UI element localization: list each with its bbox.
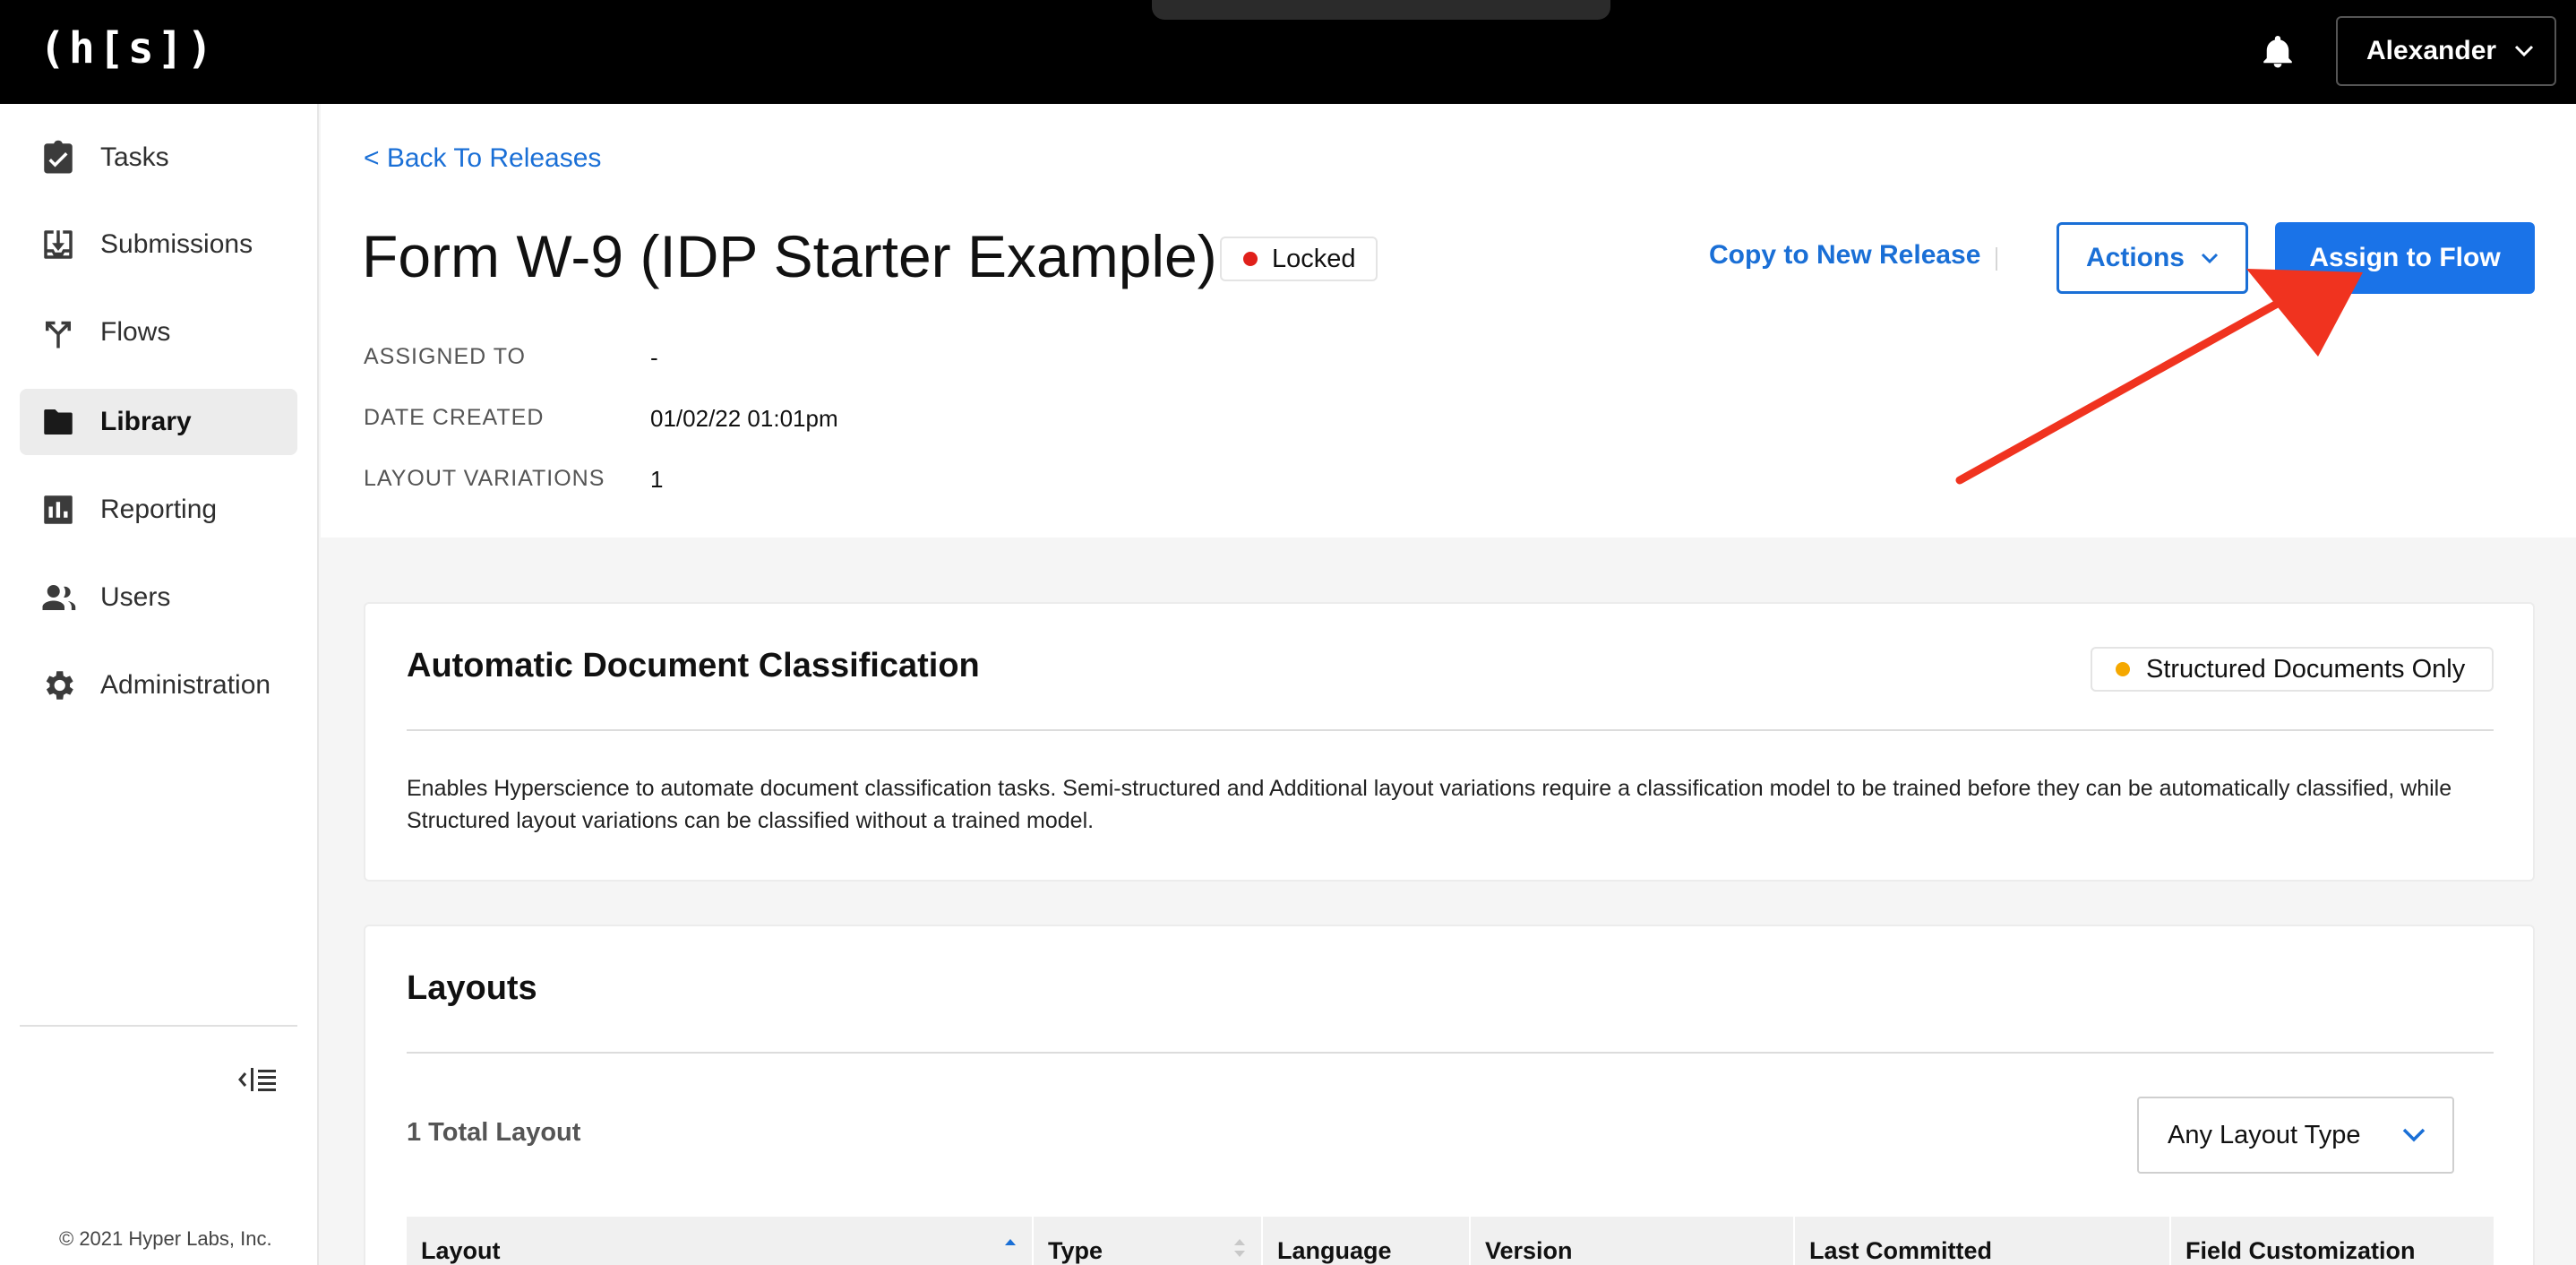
users-icon [42, 585, 76, 610]
sidebar-item-label: Users [100, 582, 171, 612]
top-bar: (h[s]) Alexander [0, 0, 2576, 104]
card-title: Automatic Document Classification [407, 647, 980, 684]
folder-icon [44, 409, 73, 435]
user-name: Alexander [2366, 36, 2497, 65]
status-badge: Locked [1220, 237, 1378, 281]
page-title: Form W-9 (IDP Starter Example) [362, 223, 1217, 289]
window-notch [1152, 0, 1610, 20]
chevron-down-icon [2402, 1128, 2426, 1142]
meta-value-layout-variations: 1 [650, 466, 664, 493]
sidebar-item-label: Reporting [100, 495, 218, 524]
meta-label-layout-variations: LAYOUT VARIATIONS [364, 466, 605, 491]
badge-label: Structured Documents Only [2146, 654, 2466, 684]
sidebar-item-label: Submissions [100, 229, 253, 259]
status-dot-icon [2116, 662, 2130, 676]
fork-arrows-icon [46, 321, 71, 349]
column-header-label: Version [1485, 1236, 1573, 1264]
user-menu-button[interactable]: Alexander [2336, 16, 2556, 86]
bell-icon[interactable] [2259, 32, 2297, 72]
sort-ascending-icon [1005, 1239, 1016, 1245]
sidebar-item-label: Flows [100, 317, 171, 347]
sidebar-item-label: Tasks [100, 142, 169, 172]
download-tray-icon [44, 230, 73, 259]
column-header-field-customization[interactable]: Field Customization [2171, 1217, 2494, 1265]
classification-description: Enables Hyperscience to automate documen… [407, 776, 2452, 833]
layout-type-value: Any Layout Type [2168, 1120, 2361, 1149]
column-header-last-committed[interactable]: Last Committed [1795, 1217, 2171, 1265]
meta-value-date-created: 01/02/22 01:01pm [650, 405, 838, 432]
clipboard-check-icon [44, 140, 73, 174]
meta-label-date-created: DATE CREATED [364, 405, 545, 430]
card-divider [407, 729, 2494, 731]
column-header-label: Type [1048, 1236, 1103, 1264]
layouts-card: Layouts 1 Total Layout Any Layout Type L… [364, 925, 2535, 1265]
card-title: Layouts [407, 969, 537, 1007]
sort-icon [1234, 1239, 1245, 1257]
card-divider [407, 1052, 2494, 1054]
collapse-sidebar-icon[interactable] [238, 1064, 278, 1095]
chevron-down-icon [2515, 45, 2534, 57]
app-logo[interactable]: (h[s]) [39, 23, 216, 73]
status-dot-icon [1243, 252, 1258, 266]
column-header-label: Layout [421, 1236, 501, 1264]
sidebar-item-submissions[interactable]: Submissions [20, 211, 297, 278]
sidebar-divider [20, 1025, 297, 1027]
sidebar-item-label: Administration [100, 670, 271, 700]
column-header-label: Language [1277, 1236, 1392, 1264]
sidebar-item-tasks[interactable]: Tasks [20, 125, 297, 191]
annotation-arrow [1955, 269, 2363, 485]
sidebar-item-label: Library [100, 407, 192, 436]
layouts-table-header: Layout Type Language Version Last Commit… [407, 1217, 2494, 1265]
sidebar-item-reporting[interactable]: Reporting [20, 477, 297, 543]
meta-label-assigned-to: ASSIGNED TO [364, 344, 526, 369]
gear-icon [46, 671, 73, 700]
sidebar-item-users[interactable]: Users [20, 564, 297, 631]
sidebar-item-administration[interactable]: Administration [20, 652, 297, 719]
structured-documents-badge: Structured Documents Only [2091, 647, 2494, 692]
status-label: Locked [1272, 244, 1356, 273]
column-header-label: Field Customization [2185, 1236, 2416, 1264]
column-header-layout[interactable]: Layout [407, 1217, 1034, 1265]
bar-chart-icon [44, 495, 73, 524]
back-to-releases-link[interactable]: < Back To Releases [364, 143, 601, 174]
total-layout-count: 1 Total Layout [407, 1118, 581, 1147]
column-header-version[interactable]: Version [1471, 1217, 1795, 1265]
layout-type-select[interactable]: Any Layout Type [2137, 1097, 2454, 1174]
column-header-language[interactable]: Language [1263, 1217, 1471, 1265]
sidebar-item-flows[interactable]: Flows [20, 299, 297, 366]
sidebar-item-library[interactable]: Library [20, 389, 297, 455]
meta-value-assigned-to: - [650, 344, 658, 371]
column-header-label: Last Committed [1809, 1236, 1993, 1264]
classification-card: Automatic Document Classification Struct… [364, 602, 2535, 882]
copyright-text: © 2021 Hyper Labs, Inc. [59, 1227, 272, 1250]
column-header-type[interactable]: Type [1034, 1217, 1263, 1265]
